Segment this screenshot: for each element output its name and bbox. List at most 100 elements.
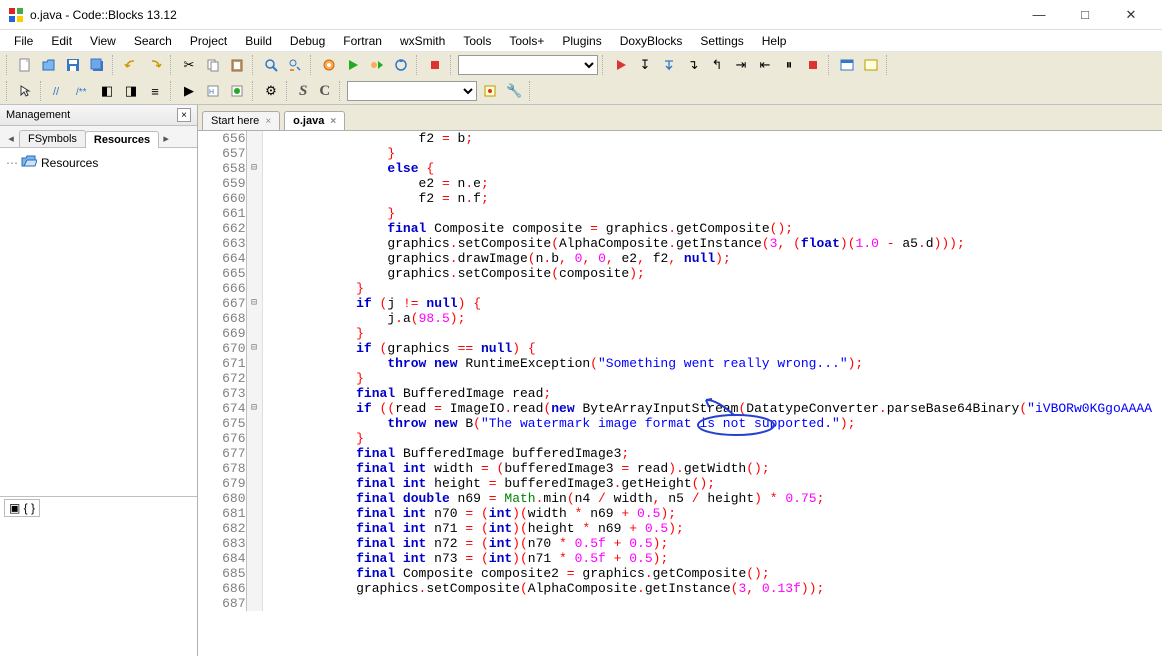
goto-func-icon[interactable]: C [314,80,335,102]
stop-debug-icon[interactable] [802,54,824,76]
menu-tools+[interactable]: Tools+ [501,32,552,50]
code-text[interactable]: } [262,146,1152,161]
code-line[interactable]: 666 } [198,281,1152,296]
code-line[interactable]: 684 final int n73 = (int)(n71 * 0.5f + 0… [198,551,1152,566]
fold-gutter[interactable] [246,431,262,446]
code-text[interactable]: } [262,371,1152,386]
tab-close-icon[interactable]: × [265,116,271,127]
code-text[interactable]: if (graphics == null) { [262,341,1152,356]
fold-gutter[interactable] [246,446,262,461]
fold-gutter[interactable]: ⊟ [246,401,262,416]
code-line[interactable]: 663 graphics.setComposite(AlphaComposite… [198,236,1152,251]
code-line[interactable]: 685 final Composite composite2 = graphic… [198,566,1152,581]
code-text[interactable]: f2 = b; [262,131,1152,146]
code-line[interactable]: 658⊟ else { [198,161,1152,176]
code-text[interactable]: final BufferedImage read; [262,386,1152,401]
panel-close-button[interactable]: × [177,108,191,122]
config-doxy-icon[interactable]: ⚙ [260,80,282,102]
menu-settings[interactable]: Settings [692,32,751,50]
code-text[interactable]: } [262,326,1152,341]
braces-icon[interactable]: ▣ { } [4,499,40,517]
code-text[interactable]: if ((read = ImageIO.read(new ByteArrayIn… [262,401,1152,416]
menu-debug[interactable]: Debug [282,32,333,50]
code-line[interactable]: 683 final int n72 = (int)(n70 * 0.5f + 0… [198,536,1152,551]
save-all-icon[interactable] [86,54,108,76]
code-line[interactable]: 659 e2 = n.e; [198,176,1152,191]
find-icon[interactable] [260,54,282,76]
code-text[interactable]: else { [262,161,1152,176]
code-line[interactable]: 679 final int height = bufferedImage3.ge… [198,476,1152,491]
minimize-button[interactable]: ― [1016,0,1062,30]
source-format-icon[interactable]: S [294,80,312,102]
fold-gutter[interactable] [246,521,262,536]
fold-gutter[interactable] [246,536,262,551]
open-folder-icon[interactable] [38,54,60,76]
toggle-comment-icon[interactable]: // [48,80,70,102]
next-line-icon[interactable] [658,54,680,76]
debug-windows-icon[interactable] [836,54,858,76]
code-text[interactable]: throw new B("The watermark image format … [262,416,1152,431]
code-text[interactable]: if (j != null) { [262,296,1152,311]
code-text[interactable]: final int n71 = (int)(height * n69 + 0.5… [262,521,1152,536]
code-text[interactable] [262,596,1152,611]
copy-icon[interactable] [202,54,224,76]
code-text[interactable]: f2 = n.f; [262,191,1152,206]
fold-gutter[interactable] [246,146,262,161]
sidebar-tree[interactable]: ⋯ Resources [0,148,197,496]
new-file-icon[interactable] [14,54,36,76]
fold-gutter[interactable] [246,251,262,266]
menu-wxsmith[interactable]: wxSmith [392,32,453,50]
fold-gutter[interactable] [246,206,262,221]
run-icon[interactable] [342,54,364,76]
fold-gutter[interactable]: ⊟ [246,341,262,356]
code-text[interactable]: final int n70 = (int)(width * n69 + 0.5)… [262,506,1152,521]
menu-file[interactable]: File [6,32,41,50]
menu-project[interactable]: Project [182,32,235,50]
code-line[interactable]: 662 final Composite composite = graphics… [198,221,1152,236]
fold-gutter[interactable] [246,236,262,251]
fold-gutter[interactable] [246,311,262,326]
save-icon[interactable] [62,54,84,76]
code-text[interactable]: final Composite composite2 = graphics.ge… [262,566,1152,581]
code-line[interactable]: 675 throw new B("The watermark image for… [198,416,1152,431]
code-text[interactable]: throw new RuntimeException("Something we… [262,356,1152,371]
code-line[interactable]: 670⊟ if (graphics == null) { [198,341,1152,356]
fold-gutter[interactable] [246,371,262,386]
tab-scroll-right[interactable]: ▸ [158,129,174,147]
menu-plugins[interactable]: Plugins [554,32,609,50]
build-gear-icon[interactable] [318,54,340,76]
code-line[interactable]: 661 } [198,206,1152,221]
tab-close-icon[interactable]: × [330,116,336,127]
paste-icon[interactable] [226,54,248,76]
fold-gutter[interactable]: ⊟ [246,161,262,176]
code-line[interactable]: 687 [198,596,1152,611]
fold-gutter[interactable] [246,416,262,431]
code-text[interactable]: final int n73 = (int)(n71 * 0.5f + 0.5); [262,551,1152,566]
code-line[interactable]: 668 j.a(98.5); [198,311,1152,326]
menu-doxyblocks[interactable]: DoxyBlocks [612,32,691,50]
fold-gutter[interactable] [246,191,262,206]
step-instr-icon[interactable]: ⇤ [754,54,776,76]
code-text[interactable]: final double n69 = Math.min(n4 / width, … [262,491,1152,506]
code-text[interactable]: graphics.drawImage(n.b, 0, 0, e2, f2, nu… [262,251,1152,266]
fold-gutter[interactable] [246,551,262,566]
code-line[interactable]: 680 final double n69 = Math.min(n4 / wid… [198,491,1152,506]
menu-search[interactable]: Search [126,32,180,50]
various-info-icon[interactable] [860,54,882,76]
code-text[interactable]: } [262,281,1152,296]
code-line[interactable]: 686 graphics.setComposite(AlphaComposite… [198,581,1152,596]
code-text[interactable]: } [262,206,1152,221]
fold-gutter[interactable] [246,476,262,491]
maximize-button[interactable]: □ [1062,0,1108,30]
tree-root[interactable]: ⋯ Resources [4,154,193,171]
fold-gutter[interactable] [246,461,262,476]
fold-gutter[interactable] [246,221,262,236]
code-line[interactable]: 674⊟ if ((read = ImageIO.read(new ByteAr… [198,401,1152,416]
tab-scroll-left[interactable]: ◂ [3,129,19,147]
fold-gutter[interactable] [246,131,262,146]
run-doxy-icon[interactable]: ▶ [178,80,200,102]
chm-doc-icon[interactable] [226,80,248,102]
step-out-icon[interactable]: ↰ [706,54,728,76]
code-text[interactable]: graphics.setComposite(AlphaComposite.get… [262,236,1152,251]
code-line[interactable]: 673 final BufferedImage read; [198,386,1152,401]
